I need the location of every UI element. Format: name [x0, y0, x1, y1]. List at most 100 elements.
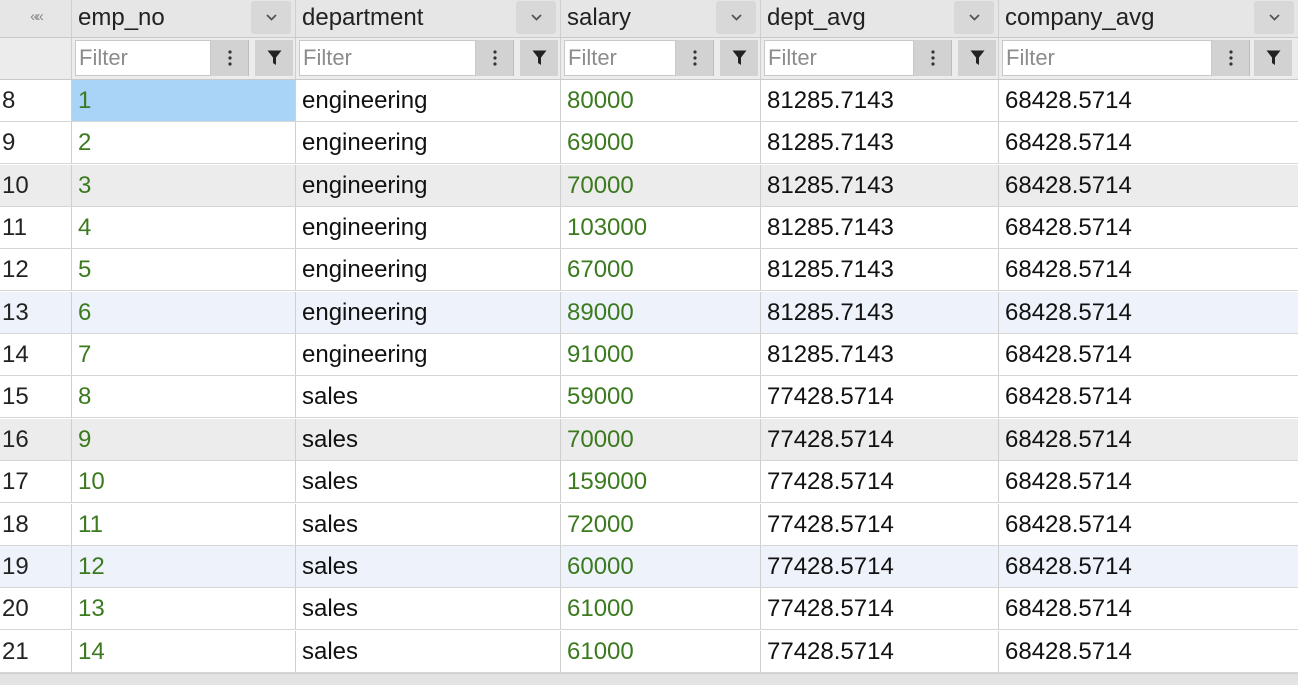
table-row[interactable]: 11 4 engineering 103000 81285.7143 68428.5714: [0, 207, 1298, 250]
cell-company-avg[interactable]: 68428.5714: [999, 376, 1298, 417]
column-header-emp-no[interactable]: emp_no: [72, 0, 296, 37]
cell-dept-avg[interactable]: 77428.5714: [761, 418, 999, 460]
table-row[interactable]: 13 6 engineering 89000 81285.7143 68428.5714: [0, 291, 1298, 334]
horizontal-scrollbar[interactable]: [0, 673, 1298, 685]
cell-company-avg[interactable]: 68428.5714: [999, 165, 1298, 206]
cell-salary[interactable]: 67000: [561, 249, 761, 291]
column-sort-button[interactable]: [954, 1, 994, 34]
cell-dept-avg[interactable]: 77428.5714: [761, 630, 999, 672]
cell-department[interactable]: sales: [296, 630, 561, 672]
cell-department[interactable]: engineering: [296, 164, 561, 206]
filter-input-company-avg[interactable]: [1002, 40, 1212, 76]
cell-emp-no[interactable]: 2: [72, 122, 296, 164]
cell-dept-avg[interactable]: 77428.5714: [761, 461, 999, 503]
cell-company-avg[interactable]: 68428.5714: [999, 292, 1298, 333]
table-row[interactable]: 19 12 sales 60000 77428.5714 68428.5714: [0, 545, 1298, 588]
cell-dept-avg[interactable]: 81285.7143: [761, 164, 999, 206]
cell-salary[interactable]: 61000: [561, 588, 761, 630]
cell-salary[interactable]: 89000: [561, 291, 761, 333]
cell-department[interactable]: engineering: [296, 334, 561, 376]
cell-company-avg[interactable]: 68428.5714: [999, 504, 1298, 545]
table-row[interactable]: 18 11 sales 72000 77428.5714 68428.5714: [0, 503, 1298, 546]
filter-apply-button[interactable]: [255, 40, 293, 76]
cell-company-avg[interactable]: 68428.5714: [999, 122, 1298, 163]
cell-dept-avg[interactable]: 81285.7143: [761, 80, 999, 121]
cell-emp-no[interactable]: 9: [72, 418, 296, 460]
cell-dept-avg[interactable]: 81285.7143: [761, 249, 999, 291]
cell-dept-avg[interactable]: 81285.7143: [761, 207, 999, 249]
cell-salary[interactable]: 59000: [561, 376, 761, 418]
filter-menu-button[interactable]: [476, 40, 514, 76]
filter-input-salary[interactable]: [564, 40, 676, 76]
cell-department[interactable]: sales: [296, 588, 561, 630]
filter-input-emp-no[interactable]: [75, 40, 211, 76]
filter-input-dept-avg[interactable]: [764, 40, 914, 76]
table-row[interactable]: 16 9 sales 70000 77428.5714 68428.5714: [0, 418, 1298, 461]
cell-dept-avg[interactable]: 77428.5714: [761, 545, 999, 587]
cell-salary[interactable]: 159000: [561, 461, 761, 503]
collapse-button[interactable]: ««: [0, 0, 72, 37]
cell-salary[interactable]: 103000: [561, 207, 761, 249]
cell-emp-no[interactable]: 6: [72, 291, 296, 333]
cell-emp-no[interactable]: 5: [72, 249, 296, 291]
filter-apply-button[interactable]: [720, 40, 758, 76]
cell-dept-avg[interactable]: 77428.5714: [761, 588, 999, 630]
cell-company-avg[interactable]: 68428.5714: [999, 461, 1298, 502]
column-header-salary[interactable]: salary: [561, 0, 761, 37]
cell-department[interactable]: engineering: [296, 122, 561, 164]
column-header-company-avg[interactable]: company_avg: [999, 0, 1298, 37]
cell-salary[interactable]: 61000: [561, 630, 761, 672]
cell-company-avg[interactable]: 68428.5714: [999, 546, 1298, 587]
cell-dept-avg[interactable]: 77428.5714: [761, 376, 999, 418]
cell-emp-no[interactable]: 1: [72, 80, 296, 121]
cell-emp-no[interactable]: 13: [72, 588, 296, 630]
filter-apply-button[interactable]: [520, 40, 558, 76]
table-row[interactable]: 8 1 engineering 80000 81285.7143 68428.5714: [0, 80, 1298, 122]
cell-department[interactable]: engineering: [296, 291, 561, 333]
filter-menu-button[interactable]: [1212, 40, 1250, 76]
cell-emp-no[interactable]: 7: [72, 334, 296, 376]
filter-menu-button[interactable]: [914, 40, 952, 76]
cell-company-avg[interactable]: 68428.5714: [999, 334, 1298, 375]
cell-salary[interactable]: 70000: [561, 418, 761, 460]
cell-company-avg[interactable]: 68428.5714: [999, 588, 1298, 629]
cell-department[interactable]: engineering: [296, 80, 561, 121]
cell-department[interactable]: engineering: [296, 249, 561, 291]
table-row[interactable]: 15 8 sales 59000 77428.5714 68428.5714: [0, 376, 1298, 419]
cell-dept-avg[interactable]: 77428.5714: [761, 503, 999, 545]
cell-salary[interactable]: 70000: [561, 164, 761, 206]
table-row[interactable]: 20 13 sales 61000 77428.5714 68428.5714: [0, 588, 1298, 631]
cell-company-avg[interactable]: 68428.5714: [999, 80, 1298, 121]
cell-emp-no[interactable]: 14: [72, 630, 296, 672]
cell-dept-avg[interactable]: 81285.7143: [761, 334, 999, 376]
cell-department[interactable]: sales: [296, 418, 561, 460]
cell-company-avg[interactable]: 68428.5714: [999, 207, 1298, 248]
column-header-department[interactable]: department: [296, 0, 561, 37]
cell-emp-no[interactable]: 11: [72, 503, 296, 545]
cell-department[interactable]: sales: [296, 376, 561, 418]
table-row[interactable]: 9 2 engineering 69000 81285.7143 68428.5714: [0, 122, 1298, 165]
cell-department[interactable]: sales: [296, 545, 561, 587]
cell-emp-no[interactable]: 10: [72, 461, 296, 503]
column-header-dept-avg[interactable]: dept_avg: [761, 0, 999, 37]
cell-department[interactable]: engineering: [296, 207, 561, 249]
filter-menu-button[interactable]: [676, 40, 714, 76]
cell-emp-no[interactable]: 12: [72, 545, 296, 587]
cell-salary[interactable]: 80000: [561, 80, 761, 121]
table-row[interactable]: 17 10 sales 159000 77428.5714 68428.5714: [0, 461, 1298, 504]
cell-company-avg[interactable]: 68428.5714: [999, 631, 1298, 672]
cell-dept-avg[interactable]: 81285.7143: [761, 122, 999, 164]
filter-menu-button[interactable]: [211, 40, 249, 76]
column-sort-button[interactable]: [716, 1, 756, 34]
table-row[interactable]: 10 3 engineering 70000 81285.7143 68428.5714: [0, 164, 1298, 207]
cell-salary[interactable]: 69000: [561, 122, 761, 164]
cell-salary[interactable]: 72000: [561, 503, 761, 545]
cell-emp-no[interactable]: 4: [72, 207, 296, 249]
cell-company-avg[interactable]: 68428.5714: [999, 419, 1298, 460]
table-row[interactable]: 14 7 engineering 91000 81285.7143 68428.5714: [0, 334, 1298, 377]
cell-salary[interactable]: 91000: [561, 334, 761, 376]
cell-company-avg[interactable]: 68428.5714: [999, 249, 1298, 290]
cell-emp-no[interactable]: 8: [72, 376, 296, 418]
cell-salary[interactable]: 60000: [561, 545, 761, 587]
cell-department[interactable]: sales: [296, 461, 561, 503]
